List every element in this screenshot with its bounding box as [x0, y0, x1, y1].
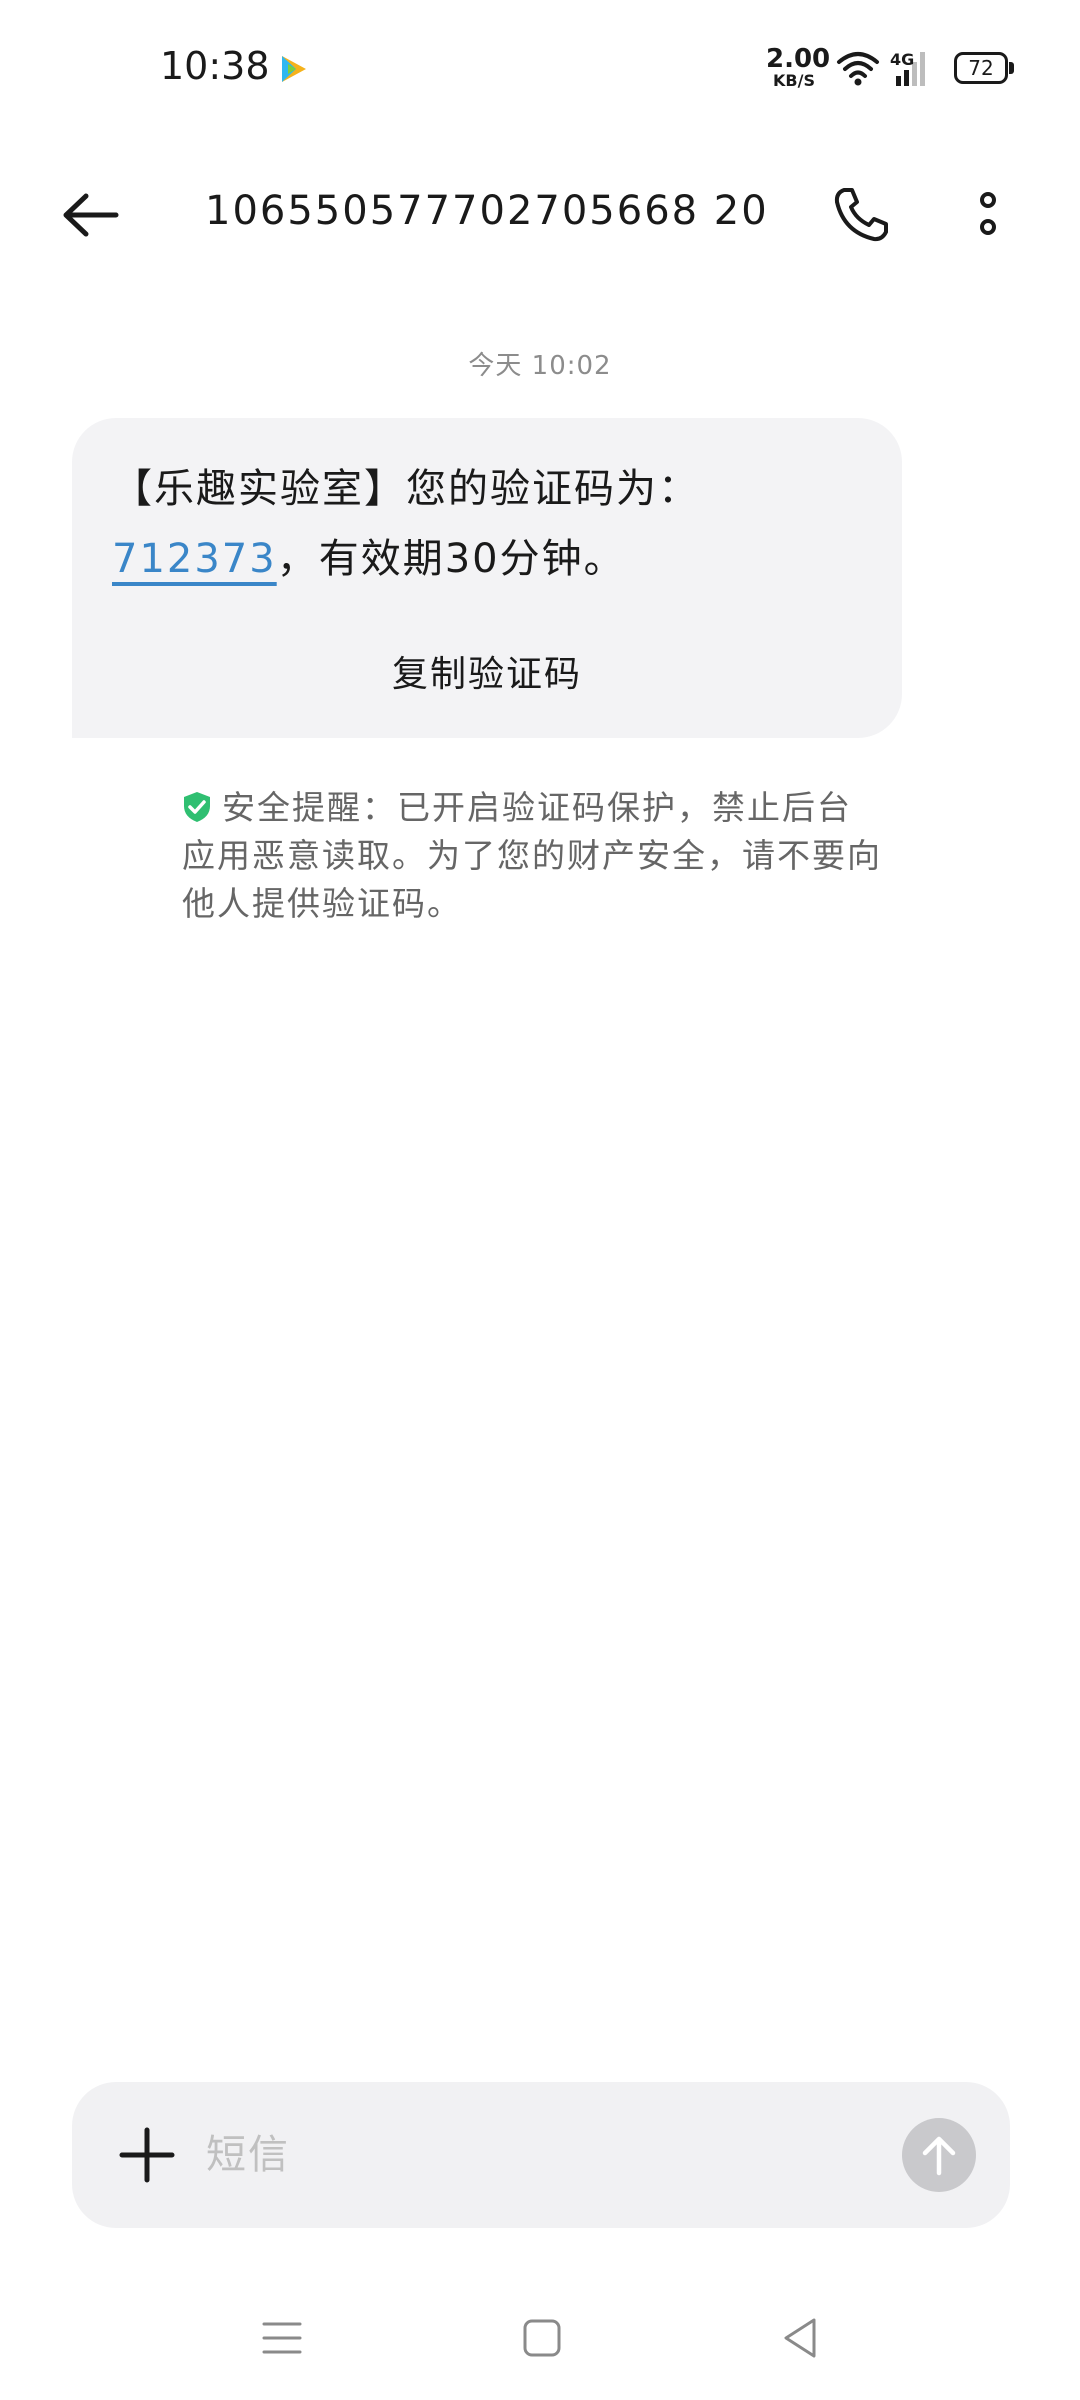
conversation-header: 106550577702705668 20 — [0, 170, 1080, 260]
shield-check-icon — [184, 792, 210, 822]
video-app-icon — [282, 56, 306, 82]
arrow-left-icon — [63, 193, 119, 237]
more-vertical-icon — [980, 192, 996, 235]
home-icon[interactable] — [522, 2318, 562, 2358]
phone-icon — [834, 188, 888, 242]
network-speed-unit: KB/S — [773, 71, 815, 90]
battery-tip — [1009, 62, 1014, 74]
network-speed-value: 2.00 — [766, 44, 831, 74]
security-note-text: 安全提醒：已开启验证码保护，禁止后台应用恶意读取。为了您的财产安全，请不要向他人… — [182, 788, 882, 923]
verification-code-link[interactable]: 712373 — [112, 536, 277, 582]
recent-apps-icon[interactable] — [262, 2318, 302, 2358]
arrow-up-icon — [922, 2136, 956, 2176]
call-button[interactable] — [830, 184, 892, 246]
message-bubble[interactable]: 【乐趣实验室】您的验证码为： 712373，有效期30分钟。 复制验证码 — [72, 418, 902, 738]
contact-number-title[interactable]: 106550577702705668 20 — [205, 188, 769, 234]
sms-input[interactable] — [206, 2120, 806, 2190]
status-time: 10:38 — [160, 44, 270, 88]
send-button[interactable] — [902, 2118, 976, 2192]
add-attachment-button[interactable] — [118, 2126, 176, 2184]
message-text: 【乐趣实验室】您的验证码为： 712373，有效期30分钟。 — [112, 454, 872, 594]
plus-icon — [119, 2127, 175, 2183]
sms-conversation-screen: 10:38 2.00 KB/S 4G 72 106550577702705668… — [0, 0, 1080, 2400]
message-composer — [72, 2082, 1010, 2228]
network-type: 4G — [890, 50, 915, 69]
message-suffix: ，有效期30分钟。 — [276, 536, 626, 582]
back-triangle-icon[interactable] — [780, 2316, 820, 2360]
wifi-icon — [837, 52, 879, 86]
status-bar: 10:38 2.00 KB/S 4G 72 — [0, 0, 1080, 130]
system-navigation-bar — [0, 2300, 1080, 2380]
security-note: 安全提醒：已开启验证码保护，禁止后台应用恶意读取。为了您的财产安全，请不要向他人… — [182, 784, 882, 928]
message-prefix: 【乐趣实验室】您的验证码为： — [112, 466, 700, 512]
network-speed: 2.00 KB/S — [766, 44, 831, 90]
message-date-label: 今天 10:02 — [468, 351, 612, 381]
battery-level: 72 — [968, 56, 994, 80]
battery-icon: 72 — [954, 52, 1014, 84]
more-options-button[interactable] — [968, 184, 1008, 246]
copy-code-button[interactable]: 复制验证码 — [72, 640, 902, 710]
back-button[interactable] — [62, 188, 122, 242]
